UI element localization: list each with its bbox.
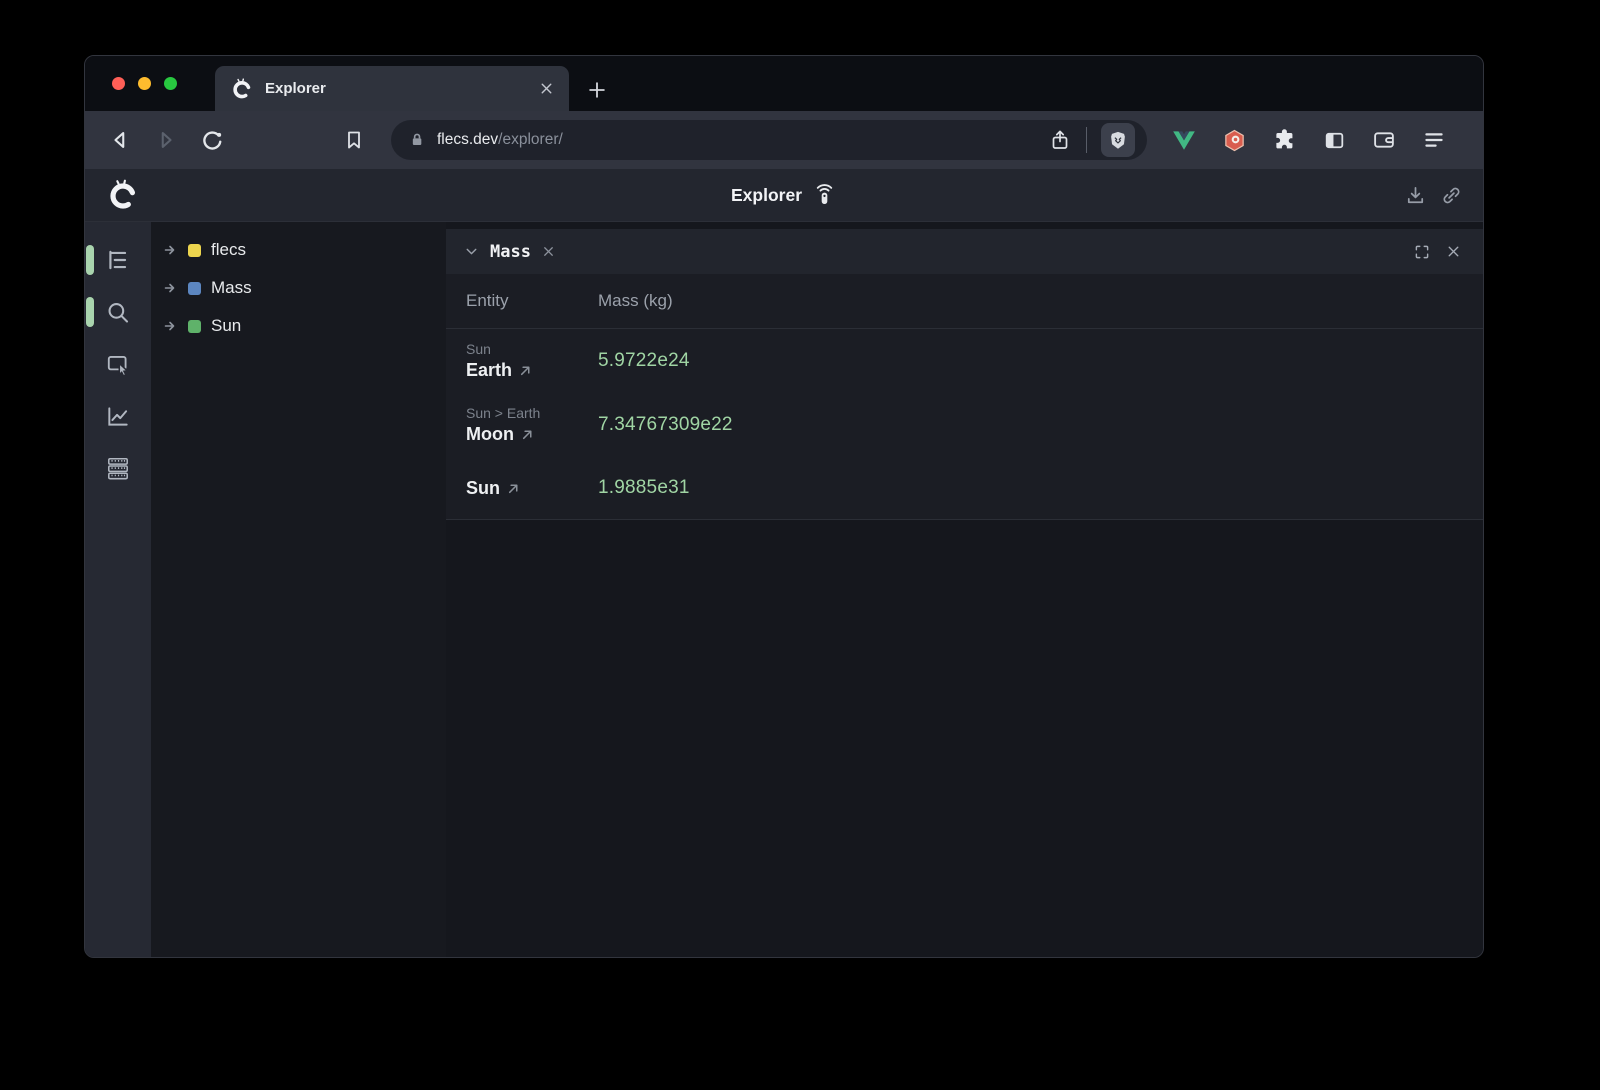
vue-devtools-icon[interactable] xyxy=(1171,127,1197,153)
url-domain: flecs.dev xyxy=(437,131,498,149)
expand-arrow-icon[interactable] xyxy=(163,242,179,258)
stats-chart-icon[interactable] xyxy=(105,403,131,429)
reload-button[interactable] xyxy=(195,123,229,157)
tree-item-flecs[interactable]: flecs xyxy=(151,231,446,269)
inspect-icon[interactable] xyxy=(105,351,131,377)
tree-item-mass[interactable]: Mass xyxy=(151,269,446,307)
active-indicator xyxy=(86,297,94,327)
external-link-icon[interactable] xyxy=(519,364,532,377)
divider xyxy=(1086,127,1088,153)
search-icon[interactable] xyxy=(105,299,131,325)
external-link-icon[interactable] xyxy=(507,482,520,495)
entity-color-swatch xyxy=(188,282,201,295)
chevron-down-icon[interactable] xyxy=(463,243,480,260)
entity-color-swatch xyxy=(188,244,201,257)
mass-value: 7.34767309e22 xyxy=(598,404,733,446)
table-header: Entity Mass (kg) xyxy=(446,274,1483,329)
extensions-row xyxy=(1171,127,1447,153)
forward-button[interactable] xyxy=(149,123,183,157)
url-bar[interactable]: flecs.dev/explorer/ xyxy=(391,120,1147,160)
tree-item-sun[interactable]: Sun xyxy=(151,307,446,345)
active-indicator xyxy=(86,245,94,275)
tree-item-label: Sun xyxy=(211,316,241,336)
bookmark-icon[interactable] xyxy=(337,123,371,157)
table-row: Sun Earth 5.9722e24 xyxy=(446,329,1483,393)
browser-window: Explorer xyxy=(84,55,1484,958)
close-window-button[interactable] xyxy=(112,77,125,90)
download-icon[interactable] xyxy=(1403,183,1427,207)
page-title: Explorer xyxy=(731,185,802,206)
hexagon-extension-icon[interactable] xyxy=(1221,127,1247,153)
url-path: /explorer/ xyxy=(498,131,563,149)
panel-close-icon[interactable] xyxy=(1445,243,1462,260)
back-button[interactable] xyxy=(103,123,137,157)
link-icon[interactable] xyxy=(1439,183,1463,207)
flecs-favicon-icon xyxy=(231,78,253,100)
zoom-window-button[interactable] xyxy=(164,77,177,90)
query-panel: Mass Ent xyxy=(446,229,1483,520)
entity-tree-panel: flecs Mass Sun xyxy=(151,222,446,957)
tab-close-icon[interactable] xyxy=(538,80,555,97)
traffic-lights xyxy=(112,77,177,90)
flecs-logo-icon xyxy=(107,179,139,211)
mass-value: 1.9885e31 xyxy=(598,468,690,508)
query-close-icon[interactable] xyxy=(541,244,556,259)
entity-parent-path: Sun xyxy=(466,341,598,357)
entity-name[interactable]: Moon xyxy=(466,424,514,445)
sidebar-toggle-icon[interactable] xyxy=(1321,127,1347,153)
query-title: Mass xyxy=(490,242,531,262)
minimize-window-button[interactable] xyxy=(138,77,151,90)
tab-title: Explorer xyxy=(265,80,538,97)
entity-name[interactable]: Earth xyxy=(466,360,512,381)
column-header-mass: Mass (kg) xyxy=(598,291,673,311)
mass-value: 5.9722e24 xyxy=(598,340,690,382)
app-header: Explorer xyxy=(85,169,1483,222)
left-icon-sidebar xyxy=(85,222,151,957)
menu-icon[interactable] xyxy=(1421,127,1447,153)
expand-arrow-icon[interactable] xyxy=(163,280,179,296)
query-results-table: Entity Mass (kg) Sun Earth xyxy=(446,274,1483,519)
entity-color-swatch xyxy=(188,320,201,333)
memory-icon[interactable] xyxy=(105,455,131,481)
tree-panel-icon[interactable] xyxy=(105,247,131,273)
new-tab-button[interactable] xyxy=(585,78,609,102)
tree-item-label: Mass xyxy=(211,278,252,298)
remote-connection-icon xyxy=(812,183,837,208)
entity-parent-path: Sun > Earth xyxy=(466,405,598,421)
tree-item-label: flecs xyxy=(211,240,246,260)
expand-arrow-icon[interactable] xyxy=(163,318,179,334)
extensions-puzzle-icon[interactable] xyxy=(1271,127,1297,153)
fullscreen-icon[interactable] xyxy=(1413,243,1431,261)
tab-explorer[interactable]: Explorer xyxy=(215,66,569,111)
column-header-entity: Entity xyxy=(466,291,598,311)
tab-bar: Explorer xyxy=(85,56,1483,111)
lock-icon xyxy=(407,130,427,150)
query-panel-header: Mass xyxy=(446,229,1483,274)
share-icon[interactable] xyxy=(1048,128,1072,152)
browser-toolbar: flecs.dev/explorer/ xyxy=(85,111,1483,169)
wallet-icon[interactable] xyxy=(1371,127,1397,153)
table-row: Sun > Earth Moon 7.34767309e22 xyxy=(446,393,1483,457)
entity-name[interactable]: Sun xyxy=(466,478,500,499)
table-row: Sun 1.9885e31 xyxy=(446,457,1483,519)
main-panel: Mass Ent xyxy=(446,222,1483,957)
external-link-icon[interactable] xyxy=(521,428,534,441)
brave-shield-icon[interactable] xyxy=(1101,123,1135,157)
